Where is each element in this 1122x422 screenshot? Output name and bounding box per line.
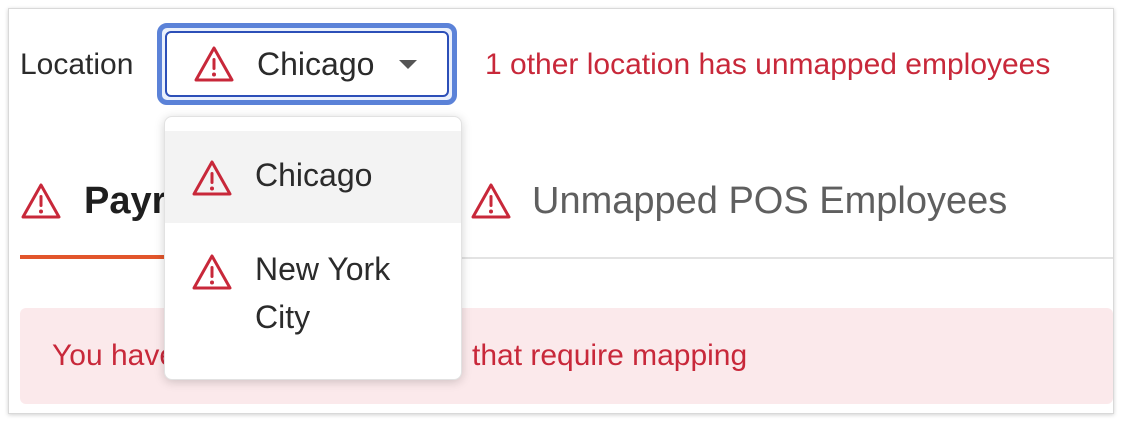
- warning-triangle-icon: [20, 182, 62, 220]
- location-dropdown-menu: Chicago New York City: [164, 116, 462, 380]
- tab-unmapped-pos-employees[interactable]: Unmapped POS Employees: [470, 179, 1007, 223]
- active-tab-indicator: [20, 255, 180, 259]
- tab-unmapped-pos-employees-label: Unmapped POS Employees: [532, 180, 1008, 222]
- location-option-chicago[interactable]: Chicago: [165, 131, 461, 223]
- location-mapping-panel: Location Chicago 1 other location has un…: [8, 8, 1114, 414]
- location-option-label: Chicago: [255, 157, 373, 193]
- location-option-new-york-city[interactable]: New York City: [165, 223, 461, 373]
- warning-triangle-icon: [191, 159, 233, 197]
- caret-down-icon: [399, 60, 417, 69]
- location-option-label: New York City: [255, 251, 391, 335]
- warning-triangle-icon: [470, 182, 512, 220]
- location-select[interactable]: Chicago: [157, 23, 457, 105]
- warning-triangle-icon: [193, 45, 235, 83]
- tab-payroll-employees[interactable]: Payr: [20, 179, 166, 223]
- location-select-field[interactable]: Chicago: [165, 31, 449, 97]
- banner-text-left: You have: [52, 339, 177, 372]
- banner-text-right: that require mapping: [472, 339, 748, 372]
- warning-triangle-icon: [191, 253, 233, 291]
- tab-payroll-employees-label: Payr: [84, 180, 167, 222]
- location-label: Location: [20, 48, 134, 81]
- location-select-value: Chicago: [257, 45, 375, 82]
- unmapped-locations-warning: 1 other location has unmapped employees: [485, 48, 1051, 81]
